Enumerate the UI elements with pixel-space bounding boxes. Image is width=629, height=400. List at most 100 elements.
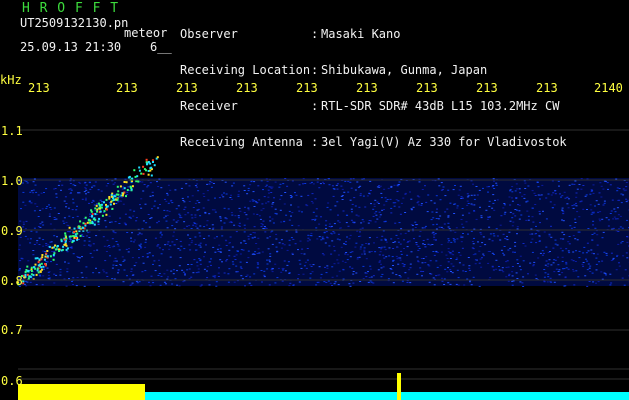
noise-pixel [421,262,424,264]
noise-pixel [177,220,180,222]
noise-pixel [314,218,317,220]
noise-pixel [318,236,321,238]
noise-pixel [391,272,394,274]
noise-pixel [611,199,614,201]
noise-pixel [373,203,376,205]
noise-pixel [286,185,289,187]
noise-pixel [361,244,364,246]
noise-pixel [32,189,35,191]
noise-pixel [201,178,203,180]
noise-pixel [76,215,79,217]
noise-pixel [55,274,58,276]
noise-pixel [343,191,346,193]
noise-pixel [76,277,79,278]
noise-pixel [309,235,312,236]
noise-pixel [48,215,51,217]
noise-pixel [117,270,120,272]
noise-pixel [206,270,208,272]
noise-pixel [199,246,202,248]
noise-pixel [543,231,546,233]
noise-pixel [356,257,359,259]
noise-pixel [144,246,147,248]
noise-pixel [587,250,590,252]
noise-pixel [363,249,366,251]
noise-pixel [547,263,550,265]
noise-pixel [530,241,533,243]
noise-pixel [151,208,153,210]
noise-pixel [626,241,629,243]
noise-pixel [268,284,271,286]
noise-pixel [307,237,310,239]
noise-pixel [172,269,175,271]
noise-pixel [479,258,482,260]
noise-pixel [536,181,539,183]
noise-pixel [585,258,587,260]
noise-pixel [315,284,318,286]
noise-pixel [492,269,495,271]
noise-pixel [83,182,86,184]
noise-pixel [479,206,481,208]
noise-pixel [221,261,223,263]
noise-pixel [383,204,386,206]
noise-pixel [345,222,348,224]
noise-pixel [159,204,161,205]
noise-pixel [352,178,355,180]
noise-pixel [188,185,191,187]
noise-pixel [456,257,459,259]
meteor-pixel [73,227,76,230]
noise-pixel [478,250,481,252]
noise-pixel [543,276,546,278]
noise-pixel [34,203,37,205]
noise-pixel [462,233,464,234]
meteor-pixel [149,169,152,172]
noise-pixel [355,214,358,216]
noise-pixel [123,269,126,271]
noise-pixel [270,206,273,208]
noise-pixel [88,240,91,242]
noise-pixel [507,266,510,268]
noise-pixel [188,225,191,227]
noise-pixel [300,195,303,197]
noise-pixel [130,237,132,239]
noise-pixel [127,251,130,253]
noise-pixel [468,267,471,269]
noise-pixel [138,281,141,283]
noise-pixel [185,183,188,185]
noise-pixel [198,258,201,260]
noise-pixel [488,226,491,228]
noise-pixel [299,263,302,265]
noise-pixel [588,267,591,269]
noise-pixel [183,221,186,223]
noise-pixel [94,181,97,183]
noise-pixel [32,192,35,194]
noise-pixel [219,217,222,219]
noise-pixel [113,278,116,280]
noise-pixel [253,253,256,255]
noise-pixel [599,220,602,222]
noise-pixel [473,194,476,196]
noise-pixel [558,269,561,271]
y-tick-label: 1.0 [1,174,23,188]
noise-pixel [612,218,615,220]
noise-pixel [384,197,387,199]
noise-pixel [362,265,365,267]
noise-pixel [351,251,354,253]
noise-pixel [196,265,199,267]
noise-pixel [265,178,268,180]
noise-pixel [428,281,431,283]
meteor-pixel [30,266,33,269]
noise-pixel [107,183,110,184]
noise-pixel [140,246,143,248]
noise-pixel [353,221,356,223]
info-antenna: Receiving Antenna:3el Yagi(V) Az 330 for… [180,136,567,148]
noise-pixel [463,284,466,286]
noise-pixel [415,244,418,246]
noise-pixel [146,256,149,257]
noise-pixel [19,244,21,246]
noise-pixel [406,282,409,283]
noise-pixel [346,254,349,256]
noise-pixel [449,252,452,254]
noise-pixel [314,198,317,200]
noise-pixel [85,189,88,191]
noise-pixel [124,223,127,225]
